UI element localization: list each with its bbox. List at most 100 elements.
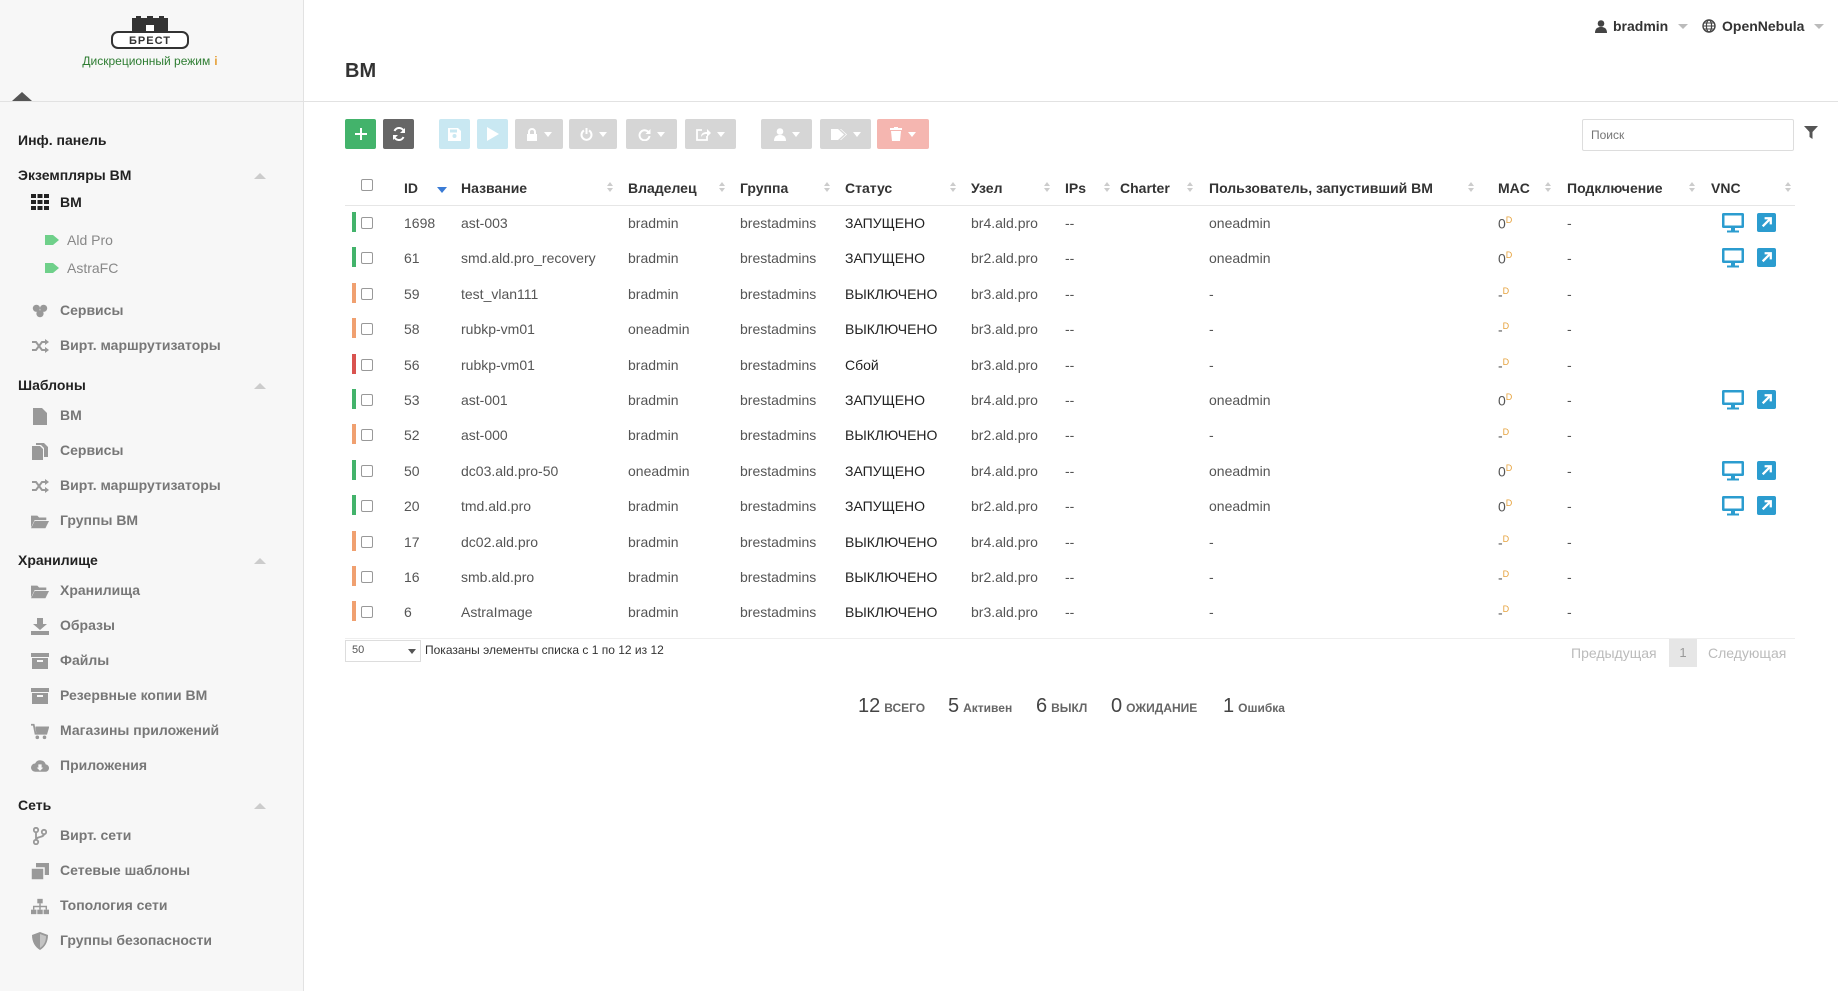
delete-menu-button[interactable] [877, 119, 929, 149]
labels-menu-button[interactable] [820, 119, 871, 149]
table-row[interactable]: 52 ast-000 bradmin brestadmins ВЫКЛЮЧЕНО br2.… [345, 418, 1795, 453]
column-header-charter[interactable]: Charter [1120, 180, 1170, 196]
row-checkbox[interactable] [361, 570, 373, 583]
stat-pending[interactable]: 0 ОЖИДАНИЕ [1111, 695, 1197, 718]
external-link-icon[interactable] [1757, 496, 1776, 516]
sidebar-item-images[interactable]: Образы [0, 608, 300, 643]
table-row[interactable]: 53 ast-001 bradmin brestadmins ЗАПУЩЕНО br4.a… [345, 383, 1795, 418]
sidebar-section-instances[interactable]: Экземпляры ВМ [0, 153, 300, 188]
column-header-status[interactable]: Статус [845, 180, 892, 196]
cell-name[interactable]: dc02.ald.pro [461, 534, 538, 550]
sort-icon[interactable] [1044, 182, 1050, 192]
stat-off[interactable]: 6 ВЫКЛ [1036, 695, 1087, 718]
cell-name[interactable]: rubkp-vm01 [461, 321, 535, 337]
cell-name[interactable]: ast-001 [461, 392, 508, 408]
create-button[interactable] [345, 119, 376, 149]
select-all-checkbox[interactable] [361, 179, 373, 191]
table-row[interactable]: 50 dc03.ald.pro-50 oneadmin brestadmins ЗАПУ… [345, 454, 1795, 489]
table-row[interactable]: 56 rubkp-vm01 bradmin brestadmins Сбой br3.al… [345, 348, 1795, 383]
vnc-monitor-icon[interactable] [1722, 389, 1744, 410]
table-row[interactable]: 59 test_vlan111 bradmin brestadmins ВЫКЛЮЧЕН… [345, 277, 1795, 312]
row-checkbox[interactable] [361, 535, 373, 548]
chevron-up-icon[interactable] [254, 383, 266, 389]
column-header-group[interactable]: Группа [740, 180, 788, 196]
sidebar-item-topology[interactable]: Топология сети [0, 888, 300, 923]
column-header-connection[interactable]: Подключение [1567, 180, 1663, 196]
stat-total[interactable]: 12 ВСЕГО [858, 695, 925, 718]
sidebar-label-aldpro[interactable]: Ald Pro [0, 226, 300, 254]
row-checkbox[interactable] [361, 500, 373, 513]
sidebar-item-vnet-templates[interactable]: Сетевые шаблоны [0, 853, 300, 888]
column-header-started-by[interactable]: Пользователь, запустивший ВМ [1209, 180, 1433, 196]
zone-menu[interactable]: OpenNebula [1702, 18, 1825, 34]
stat-error[interactable]: 1 Ошибка [1223, 695, 1285, 718]
refresh-button[interactable] [383, 119, 414, 149]
column-header-ips[interactable]: IPs [1065, 180, 1086, 196]
sort-icon[interactable] [950, 182, 956, 192]
sidebar-item-vm-templates[interactable]: ВМ [0, 398, 300, 433]
sort-icon[interactable] [1468, 182, 1474, 192]
sidebar-section-network[interactable]: Сеть [0, 783, 300, 818]
vnc-monitor-icon[interactable] [1722, 248, 1744, 268]
external-link-icon[interactable] [1757, 248, 1776, 268]
row-checkbox[interactable] [361, 606, 373, 619]
prev-page-button[interactable]: Предыдущая [1571, 645, 1657, 661]
sidebar-item-vrouter-templates[interactable]: Вирт. маршрутизаторы [0, 468, 300, 503]
sort-icon[interactable] [1104, 182, 1110, 192]
table-row[interactable]: 6 AstraImage bradmin brestadmins ВЫКЛЮЧЕНО br… [345, 595, 1795, 630]
cell-name[interactable]: rubkp-vm01 [461, 357, 535, 373]
row-checkbox[interactable] [361, 464, 373, 477]
sidebar-item-apps[interactable]: Приложения [0, 748, 300, 783]
sort-icon[interactable] [824, 182, 830, 192]
table-row[interactable]: 16 smb.ald.pro bradmin brestadmins ВЫКЛЮЧЕНО… [345, 560, 1795, 595]
column-header-owner[interactable]: Владелец [628, 180, 697, 196]
sidebar-item-backups[interactable]: Резервные копии ВМ [0, 678, 300, 713]
table-row[interactable]: 20 tmd.ald.pro bradmin brestadmins ЗАПУЩЕНО b… [345, 489, 1795, 524]
vnc-monitor-icon[interactable] [1722, 496, 1744, 516]
row-checkbox[interactable] [361, 287, 373, 300]
sidebar-item-files[interactable]: Файлы [0, 643, 300, 678]
info-icon[interactable]: i [214, 54, 217, 68]
cell-name[interactable]: smb.ald.pro [461, 569, 534, 585]
column-header-vnc[interactable]: VNC [1711, 180, 1741, 196]
sort-icon[interactable] [1689, 182, 1695, 192]
table-row[interactable]: 1698 ast-003 bradmin brestadmins ЗАПУЩЕНО br4… [345, 206, 1795, 241]
row-checkbox[interactable] [361, 217, 373, 229]
sort-desc-icon[interactable] [437, 187, 447, 193]
cell-name[interactable]: AstraImage [461, 604, 533, 620]
sidebar-item-vms[interactable]: ВМ [0, 188, 300, 216]
sort-icon[interactable] [719, 182, 725, 192]
column-header-name[interactable]: Название [461, 180, 527, 196]
column-header-host[interactable]: Узел [971, 180, 1002, 196]
save-button[interactable] [439, 119, 470, 149]
external-link-icon[interactable] [1757, 460, 1776, 480]
table-row[interactable]: 61 smd.ald.pro_recovery bradmin brestadmins… [345, 241, 1795, 276]
row-checkbox[interactable] [361, 393, 373, 406]
row-checkbox[interactable] [361, 358, 373, 371]
cell-name[interactable]: smd.ald.pro_recovery [461, 250, 596, 266]
cell-name[interactable]: ast-000 [461, 427, 508, 443]
chevron-up-icon[interactable] [254, 558, 266, 564]
brest-logo[interactable]: БРЕСТ [110, 16, 190, 50]
sidebar-item-service-templates[interactable]: Сервисы [0, 433, 300, 468]
external-link-icon[interactable] [1757, 389, 1776, 409]
collapse-sidebar-icon[interactable] [12, 92, 32, 101]
sort-icon[interactable] [607, 182, 613, 192]
row-checkbox[interactable] [361, 323, 373, 336]
sort-icon[interactable] [1545, 182, 1551, 192]
search-input[interactable] [1582, 119, 1794, 151]
sidebar-item-vmgroups[interactable]: Группы ВМ [0, 503, 300, 538]
row-checkbox[interactable] [361, 429, 373, 442]
filter-icon[interactable] [1804, 126, 1818, 140]
sidebar-label-astrafc[interactable]: AstraFC [0, 254, 300, 282]
sidebar-item-vnets[interactable]: Вирт. сети [0, 818, 300, 853]
table-row[interactable]: 17 dc02.ald.pro bradmin brestadmins ВЫКЛЮЧЕН… [345, 525, 1795, 560]
vnc-monitor-icon[interactable] [1722, 460, 1744, 481]
sidebar-item-secgroups[interactable]: Группы безопасности [0, 923, 300, 958]
sidebar-item-datastores[interactable]: Хранилища [0, 573, 300, 608]
vnc-monitor-icon[interactable] [1722, 213, 1744, 233]
stat-active[interactable]: 5 Активен [948, 695, 1012, 718]
column-header-mac[interactable]: MAC [1498, 180, 1530, 196]
table-row[interactable]: 58 rubkp-vm01 oneadmin brestadmins ВЫКЛЮЧЕНО… [345, 312, 1795, 347]
migrate-menu-button[interactable] [685, 119, 736, 149]
